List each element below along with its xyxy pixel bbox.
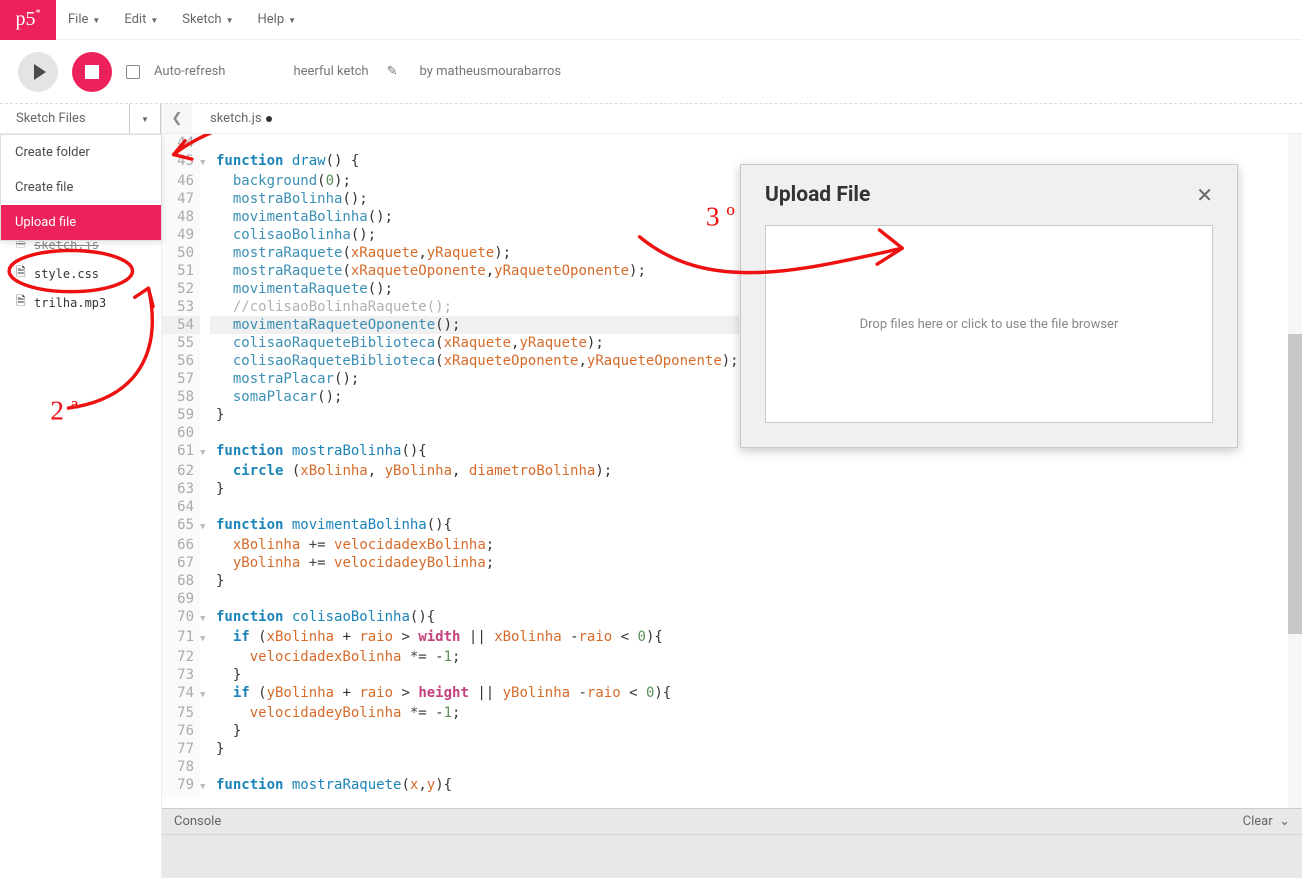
editor-line[interactable]: 67 yBolinha += velocidadeyBolinha;	[162, 554, 739, 572]
sidebar-collapse-button[interactable]: ❮	[162, 104, 192, 133]
editor-line[interactable]: 59}	[162, 406, 739, 424]
editor-line[interactable]: 52 movimentaRaquete();	[162, 280, 739, 298]
editor-line[interactable]: 53 //colisaoBolinhaRaquete();	[162, 298, 739, 316]
main-area: Create folder Create file Upload file 🗎s…	[0, 134, 1302, 878]
menu-help[interactable]: Help▼	[245, 0, 308, 40]
menu-sketch[interactable]: Sketch▼	[170, 0, 245, 40]
editor-line[interactable]: 77}	[162, 740, 739, 758]
upload-file-modal: Upload File ✕ Drop files here or click t…	[740, 164, 1238, 448]
editor-line[interactable]: 58 somaPlacar();	[162, 388, 739, 406]
editor-line[interactable]: 66 xBolinha += velocidadexBolinha;	[162, 536, 739, 554]
chevron-down-icon: ▼	[141, 115, 149, 124]
editor-line[interactable]: 60	[162, 424, 739, 442]
editor-line[interactable]: 47 mostraBolinha();	[162, 190, 739, 208]
toolbar: Auto-refresh heerful ketch ✎ by matheusm…	[0, 40, 1302, 104]
auto-refresh-label: Auto-refresh	[154, 64, 225, 79]
editor-line[interactable]: 70▼function colisaoBolinha(){	[162, 608, 739, 628]
play-button[interactable]	[18, 52, 58, 92]
editor-line[interactable]: 62 circle (xBolinha, yBolinha, diametroB…	[162, 462, 739, 480]
editor-line[interactable]: 61▼function mostraBolinha(){	[162, 442, 739, 462]
editor-line[interactable]: 72 velocidadexBolinha *= -1;	[162, 648, 739, 666]
editor-line[interactable]: 71▼ if (xBolinha + raio > width || xBoli…	[162, 628, 739, 648]
p5-logo[interactable]: p5*	[0, 0, 56, 40]
file-context-menu: Create folder Create file Upload file	[0, 134, 162, 241]
menu-file[interactable]: File▼	[56, 0, 112, 40]
stop-button[interactable]	[72, 52, 112, 92]
editor-line[interactable]: 54 movimentaRaqueteOponente();	[162, 316, 739, 334]
chevron-down-icon: ▼	[150, 16, 158, 25]
file-dropzone[interactable]: Drop files here or click to use the file…	[765, 225, 1213, 423]
editor-line[interactable]: 79▼function mostraRaquete(x,y){	[162, 776, 739, 796]
sketch-files-title: Sketch Files	[16, 111, 86, 126]
sketch-files-dropdown-button[interactable]: ▼	[129, 104, 161, 134]
editor-tab-filename: sketch.js	[210, 111, 262, 126]
pencil-icon[interactable]: ✎	[387, 64, 398, 79]
chevron-down-icon: ▼	[92, 16, 100, 25]
play-icon	[34, 64, 46, 80]
author-by-label: by matheusmourabarros	[419, 64, 561, 79]
editor-line[interactable]: 73 }	[162, 666, 739, 684]
unsaved-indicator-icon	[266, 116, 272, 122]
file-icon: 🗎	[16, 263, 28, 284]
menu-edit[interactable]: Edit▼	[112, 0, 170, 40]
scroll-thumb[interactable]	[1288, 334, 1302, 634]
editor-line[interactable]: 55 colisaoRaqueteBiblioteca(xRaquete,yRa…	[162, 334, 739, 352]
editor-line[interactable]: 57 mostraPlacar();	[162, 370, 739, 388]
upload-file-item[interactable]: Upload file	[1, 205, 161, 240]
file-row-trilha-mp3[interactable]: 🗎trilha.mp3	[0, 288, 162, 317]
editor-line[interactable]: 46 background(0);	[162, 172, 739, 190]
modal-title: Upload File	[765, 183, 870, 207]
console-panel: Console Clear ⌄	[162, 808, 1302, 878]
menu-bar: p5* File▼ Edit▼ Sketch▼ Help▼	[0, 0, 1302, 40]
editor-line[interactable]: 49 colisaoBolinha();	[162, 226, 739, 244]
file-icon: 🗎	[16, 292, 28, 313]
editor-line[interactable]: 50 mostraRaquete(xRaquete,yRaquete);	[162, 244, 739, 262]
file-row-style-css[interactable]: 🗎style.css	[0, 259, 162, 288]
editor-line[interactable]: 78	[162, 758, 739, 776]
editor-header-row: Sketch Files ▼ ❮ sketch.js	[0, 104, 1302, 134]
sidebar: Create folder Create file Upload file 🗎s…	[0, 134, 162, 878]
create-folder-item[interactable]: Create folder	[1, 135, 161, 170]
file-list: 🗎sketch.js 🗎style.css 🗎trilha.mp3	[0, 230, 162, 317]
editor-scrollbar[interactable]	[1288, 134, 1302, 808]
editor-line[interactable]: 56 colisaoRaqueteBiblioteca(xRaqueteOpon…	[162, 352, 739, 370]
editor-line[interactable]: 76 }	[162, 722, 739, 740]
auto-refresh-checkbox[interactable]	[126, 65, 140, 79]
console-label: Console	[174, 814, 221, 829]
editor-line[interactable]: 44	[162, 134, 739, 152]
chevron-down-icon: ▼	[288, 16, 296, 25]
chevron-down-icon: ▼	[226, 16, 234, 25]
editor-line[interactable]: 51 mostraRaquete(xRaqueteOponente,yRaque…	[162, 262, 739, 280]
editor-line[interactable]: 64	[162, 498, 739, 516]
create-file-item[interactable]: Create file	[1, 170, 161, 205]
close-icon[interactable]: ✕	[1196, 183, 1213, 207]
editor-tab[interactable]: sketch.js	[192, 104, 1302, 133]
editor-line[interactable]: 75 velocidadeyBolinha *= -1;	[162, 704, 739, 722]
sketch-files-header: Sketch Files ▼	[0, 104, 162, 133]
editor-line[interactable]: 74▼ if (yBolinha + raio > height || yBol…	[162, 684, 739, 704]
editor-line[interactable]: 65▼function movimentaBolinha(){	[162, 516, 739, 536]
console-clear-button[interactable]: Clear ⌄	[1243, 814, 1290, 829]
editor-line[interactable]: 63}	[162, 480, 739, 498]
editor-line[interactable]: 69	[162, 590, 739, 608]
editor-line[interactable]: 48 movimentaBolinha();	[162, 208, 739, 226]
sketch-name-label[interactable]: heerful ketch	[293, 64, 368, 79]
editor-line[interactable]: 68}	[162, 572, 739, 590]
author-link[interactable]: matheusmourabarros	[436, 64, 561, 79]
editor-line[interactable]: 45▼function draw() {	[162, 152, 739, 172]
stop-icon	[85, 65, 99, 79]
